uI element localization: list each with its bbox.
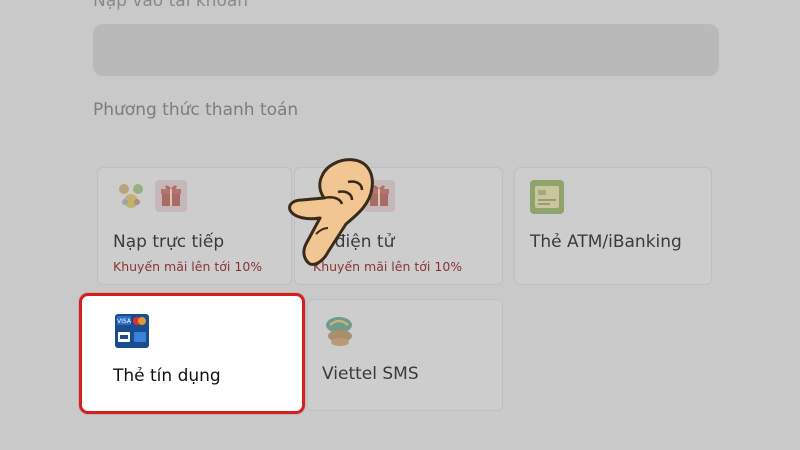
payment-method-label: Thẻ tín dụng — [113, 366, 221, 386]
payment-method-label: Thẻ ATM/iBanking — [530, 232, 682, 252]
amount-label: Nạp vào tài khoản — [93, 0, 249, 11]
payment-method-title: Phương thức thanh toán — [93, 100, 299, 120]
recharge-icon — [119, 184, 143, 208]
gift-icon — [155, 180, 187, 212]
credit-card-icon: VISA — [115, 314, 149, 348]
payment-method-viettel-sms[interactable]: Viettel SMS — [307, 299, 503, 411]
payment-method-credit-card[interactable]: VISA Thẻ tín dụng — [79, 293, 305, 414]
atm-card-icon — [530, 180, 564, 214]
viettel-icon — [326, 317, 352, 346]
payment-method-label: Viettel SMS — [322, 364, 419, 384]
svg-text:VISA: VISA — [117, 318, 132, 325]
pointing-hand-icon — [288, 158, 374, 266]
payment-method-direct[interactable]: Nạp trực tiếp Khuyến mãi lên tới 10% — [97, 167, 292, 285]
promo-text: Khuyến mãi lên tới 10% — [113, 259, 263, 274]
payment-method-label: Nạp trực tiếp — [113, 232, 225, 252]
payment-method-atm[interactable]: Thẻ ATM/iBanking — [514, 167, 712, 285]
amount-input[interactable] — [93, 24, 719, 76]
